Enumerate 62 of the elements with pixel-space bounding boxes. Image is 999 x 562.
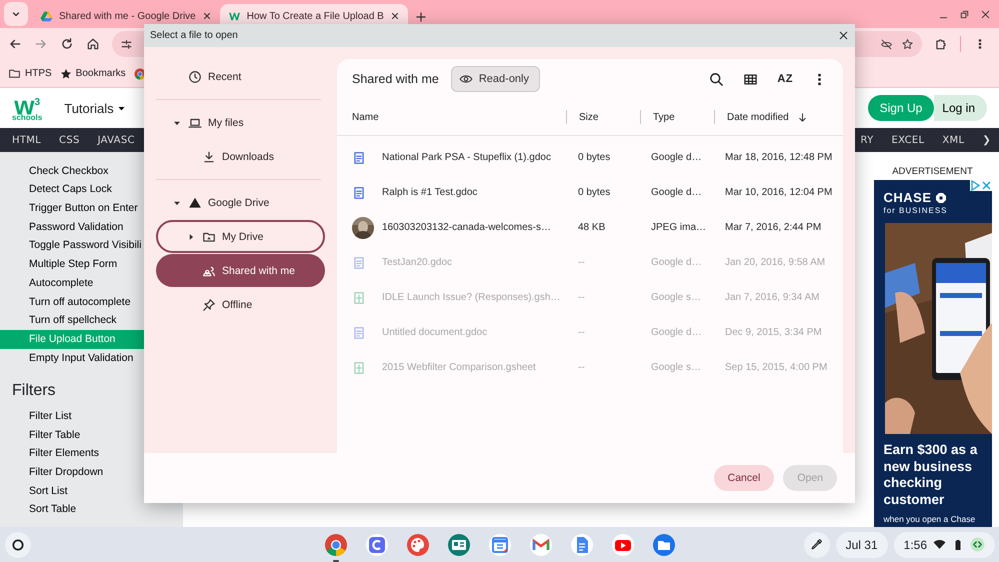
file-name[interactable]: Ralph is #1 Test.gdoc — [382, 187, 578, 198]
file-date: Jan 7, 2016, 9:34 AM — [725, 292, 821, 303]
file-name[interactable]: National Park PSA - Stupeflix (1).gdoc — [382, 152, 578, 163]
file-name[interactable]: 160303203132-canada-welcomes-s… — [382, 222, 578, 233]
file-type: Google s… — [651, 292, 702, 303]
file-date: Sep 15, 2015, 4:00 PM — [725, 362, 828, 373]
file-date: Mar 7, 2016, 2:44 PM — [725, 222, 822, 233]
file-date: Mar 18, 2016, 12:48 PM — [725, 152, 834, 163]
date-button[interactable]: Jul 31 — [836, 532, 888, 558]
column-header[interactable]: Date modified — [714, 110, 843, 124]
nav-link[interactable]: HTML — [12, 134, 42, 146]
nav-item[interactable]: Shared with me — [156, 254, 325, 287]
file-date: Mar 10, 2016, 12:04 PM — [725, 187, 834, 198]
file-size: 0 bytes — [578, 152, 612, 163]
nav-item[interactable]: Google Drive — [156, 186, 325, 219]
nav-link[interactable]: ❯ — [982, 134, 991, 146]
brand-tagline: for BUSINESS — [884, 206, 949, 215]
nav-item[interactable]: Recent — [156, 60, 325, 93]
clock-time: 1:56 — [904, 538, 927, 552]
file-date: Dec 9, 2015, 3:34 PM — [725, 327, 823, 338]
ad-text: when you open a Chase — [884, 514, 976, 524]
file-type: Google d… — [651, 327, 703, 338]
ad-headline: Earn $300 as a new business checking customer — [884, 442, 978, 508]
file-size: -- — [578, 257, 586, 268]
nav-link[interactable]: RY — [860, 134, 874, 146]
file-type: Google s… — [651, 362, 702, 373]
sort-button[interactable]: AZ — [777, 73, 793, 85]
file-type: Google d… — [651, 257, 703, 268]
column-header[interactable]: Size — [566, 110, 640, 124]
ad-label: ADVERTISEMENT — [892, 166, 973, 177]
nav-link[interactable]: EXCEL — [892, 134, 924, 146]
bookmark[interactable]: Bookmarks — [60, 68, 126, 80]
sidebar-link[interactable]: Sort Table — [0, 500, 183, 519]
browser-tab[interactable]: Shared with me - Google Drive — [32, 4, 220, 28]
file-type: Google d… — [651, 152, 703, 163]
file-size: 48 KB — [578, 222, 606, 233]
advertisement[interactable]: CHASE for BUSINESS Earn $300 as a new business checking customer when you open a Chase — [874, 180, 992, 527]
section-heading: Filters — [12, 381, 57, 402]
file-type: JPEG ima… — [651, 222, 708, 233]
status-area[interactable]: 1:56 — [894, 532, 995, 558]
file-size: 0 bytes — [578, 187, 612, 198]
nav-item[interactable]: Downloads — [156, 140, 325, 173]
dialog-button[interactable]: Cancel — [714, 465, 774, 491]
file-size: -- — [578, 292, 586, 303]
file-size: -- — [578, 362, 586, 373]
file-size: -- — [578, 327, 586, 338]
nav-item[interactable]: Offline — [156, 288, 325, 321]
bookmark[interactable]: HTPS — [8, 67, 52, 80]
brand-name: CHASE — [884, 190, 932, 205]
tutorials-menu[interactable]: Tutorials — [64, 100, 126, 116]
file-date: Jan 20, 2016, 9:58 AM — [725, 257, 826, 268]
read-only-chip[interactable]: Read-only — [450, 66, 540, 92]
location-title: Shared with me — [352, 72, 439, 86]
column-header[interactable]: Type — [640, 110, 714, 124]
log-in-button[interactable]: Log in — [934, 95, 987, 121]
file-type: Google d… — [651, 187, 703, 198]
nav-item[interactable]: My files — [156, 106, 325, 139]
nav-link[interactable]: JAVASC — [98, 134, 135, 146]
nav-link[interactable]: XML — [942, 134, 964, 146]
dialog-title: Select a file to open — [150, 30, 238, 41]
nav-link[interactable]: CSS — [59, 134, 80, 146]
column-header[interactable]: Name — [352, 110, 566, 124]
